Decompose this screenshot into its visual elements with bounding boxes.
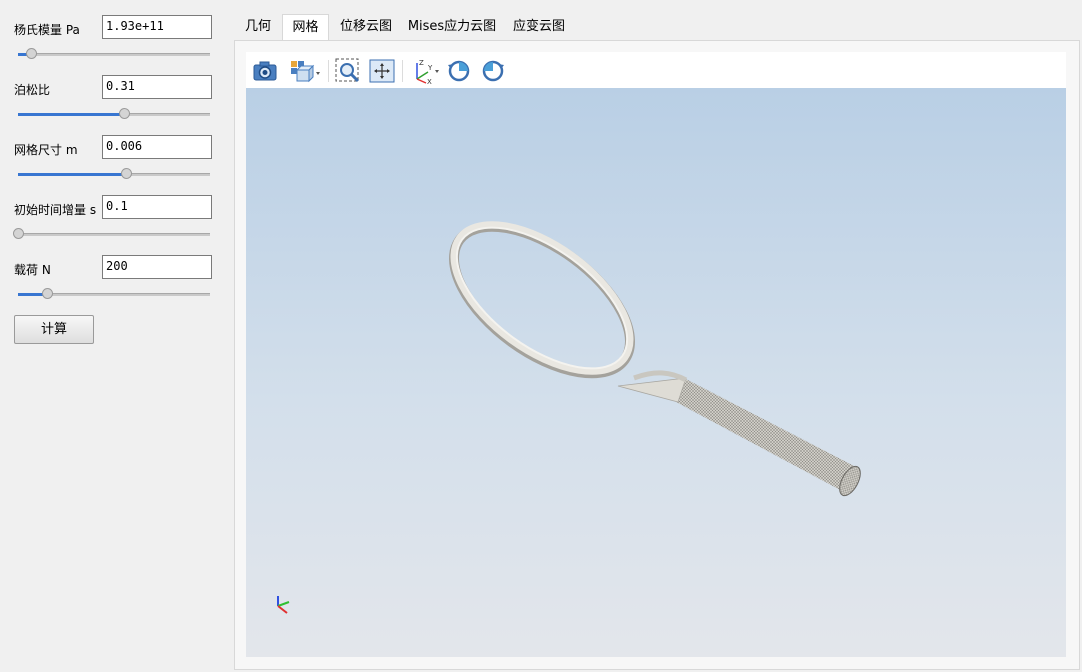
tab-geometry[interactable]: 几何 [236,14,280,40]
axes-orientation-icon[interactable]: Z Y X [408,57,442,85]
youngs-modulus-input[interactable]: 1.93e+11 [102,15,212,39]
zoom-box-icon[interactable] [334,57,362,85]
param-label: 初始时间增量 s [14,203,97,217]
svg-text:X: X [427,78,432,85]
tennis-racket-model [449,221,861,497]
slider-handle[interactable] [118,108,130,119]
tab-strain-contour[interactable]: 应变云图 [504,14,574,40]
racket-mesh-view [277,221,861,614]
svg-text:Z: Z [419,59,424,67]
tab-mises-stress-contour[interactable]: Mises应力云图 [404,14,500,40]
youngs-modulus-slider[interactable] [18,48,210,60]
slider-handle[interactable] [26,48,38,59]
param-load: 载荷 N 200 [14,255,214,281]
fit-all-icon[interactable] [368,57,396,85]
poisson-ratio-input[interactable]: 0.31 [102,75,212,99]
load-input[interactable]: 200 [102,255,212,279]
view-cube-icon[interactable] [288,57,322,85]
param-label: 杨氏模量 Pa [14,23,80,37]
initial-time-increment-slider[interactable] [13,228,210,240]
tab-displacement-contour[interactable]: 位移云图 [332,14,400,40]
param-label: 泊松比 [14,83,51,97]
load-slider[interactable] [18,288,210,300]
param-poisson-ratio: 泊松比 0.31 [14,75,214,101]
viewer-toolbar: Z Y X [246,52,1066,88]
param-label: 网格尺寸 m [14,143,78,157]
slider-handle[interactable] [41,288,53,299]
svg-text:Y: Y [427,64,433,72]
mesh-viewport[interactable] [246,88,1066,657]
param-initial-time-increment: 初始时间增量 s 0.1 [14,195,214,221]
param-youngs-modulus: 杨氏模量 Pa 1.93e+11 [14,15,214,41]
calculate-button[interactable]: 计算 [14,315,94,344]
slider-handle[interactable] [120,168,132,179]
poisson-ratio-slider[interactable] [18,108,210,120]
rotate-ccw-icon[interactable] [445,57,473,85]
axes-triad [277,596,290,614]
mesh-size-slider[interactable] [18,168,210,180]
initial-time-increment-input[interactable]: 0.1 [102,195,212,219]
param-label: 载荷 N [14,263,51,277]
param-mesh-size: 网格尺寸 m 0.006 [14,135,214,161]
camera-icon[interactable] [251,57,279,85]
rotate-cw-icon[interactable] [479,57,507,85]
mesh-size-input[interactable]: 0.006 [102,135,212,159]
tab-mesh[interactable]: 网格 [282,14,329,40]
slider-handle[interactable] [13,228,24,239]
